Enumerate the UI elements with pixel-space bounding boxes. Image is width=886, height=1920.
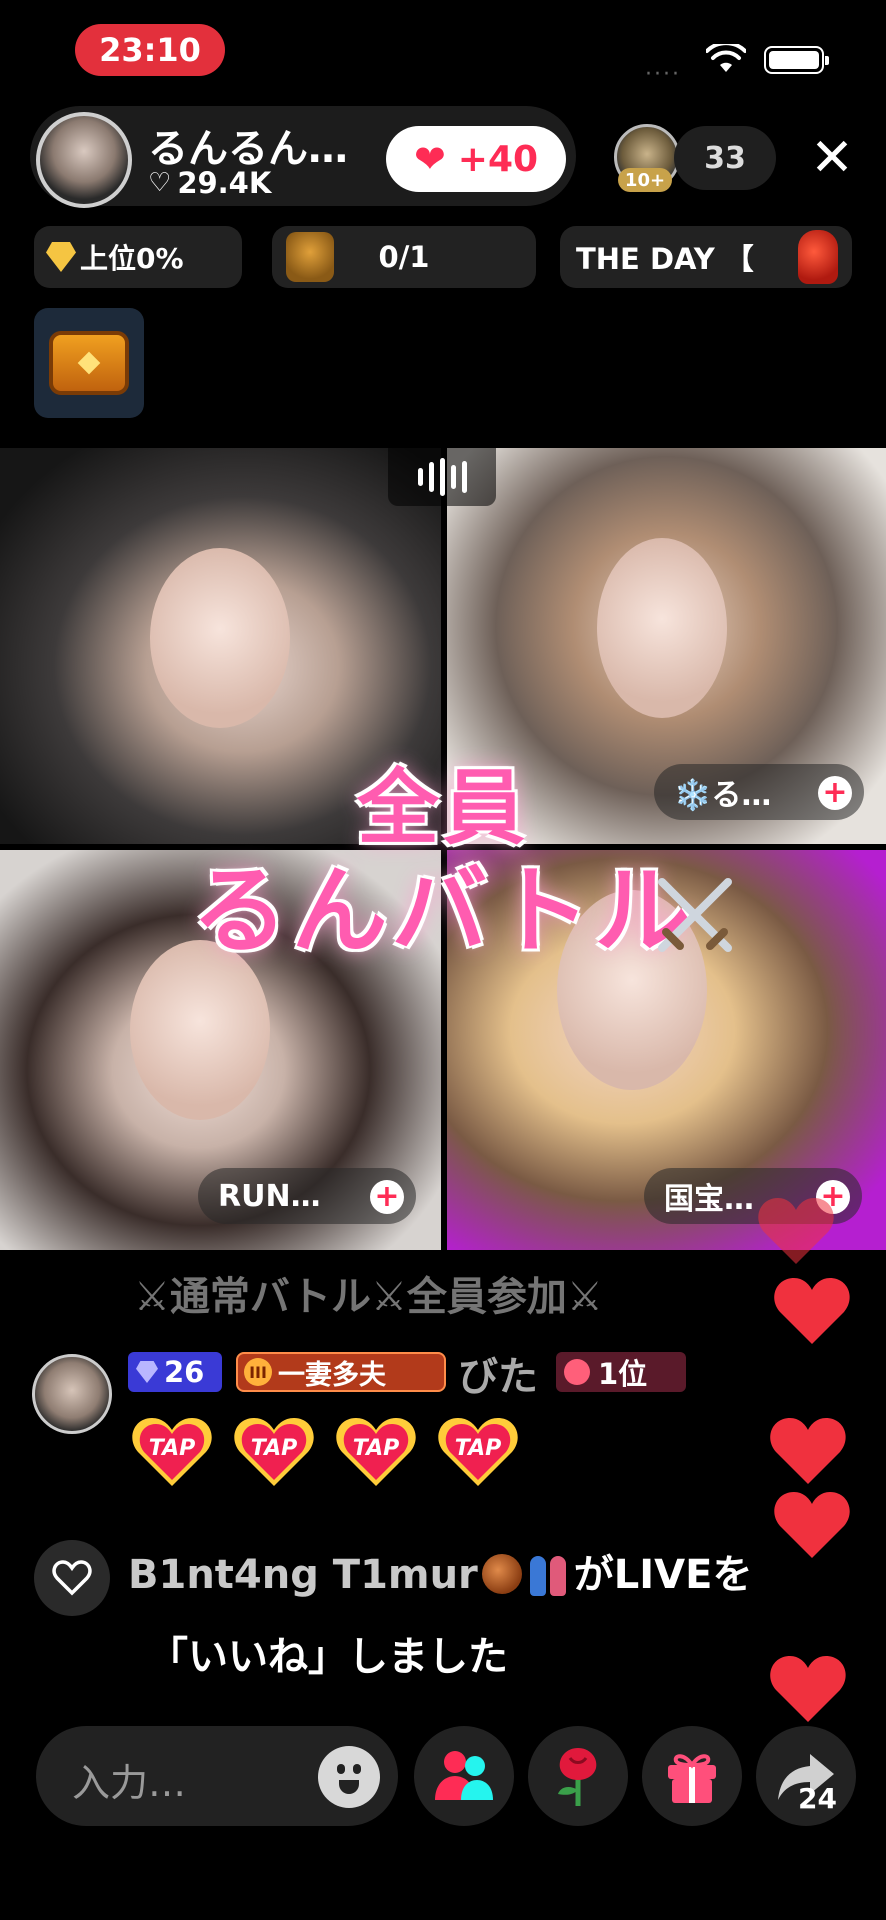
couple-icon xyxy=(526,1552,570,1596)
like-notice-suffix: がLIVEを xyxy=(573,1552,753,1598)
like-button-label: +40 xyxy=(457,138,539,180)
rose-icon xyxy=(558,1748,597,1806)
host-avatar[interactable] xyxy=(36,112,132,208)
rank-label: 1位 xyxy=(598,1357,648,1391)
guest-name: 国宝… xyxy=(664,1182,754,1217)
guest-face xyxy=(130,940,270,1120)
treasure-chest-button[interactable] xyxy=(34,308,144,418)
diamond-icon xyxy=(46,242,76,272)
ranking-label: 上位0% xyxy=(80,242,184,275)
fan-club-name: 一妻多夫 xyxy=(278,1359,386,1391)
battle-overlay-title: 全員 るんバトル xyxy=(0,761,886,968)
gifter-level-badge: 26 xyxy=(128,1352,222,1392)
tap-label: TAP xyxy=(250,1436,298,1461)
overlay-line-2: るんバトル xyxy=(191,855,695,968)
diamond-icon xyxy=(136,1361,158,1383)
floating-heart-icon xyxy=(770,1418,846,1484)
tap-sticker-row: TAP TAP TAP TAP xyxy=(132,1416,518,1488)
chat-faded-message: ⚔通常バトル⚔全員参加⚔ xyxy=(134,1274,603,1320)
boxing-glove-icon xyxy=(798,230,838,284)
signal-dots: ···· xyxy=(645,62,681,87)
audio-level-icon xyxy=(388,448,496,506)
fan-club-badge: III 一妻多夫 xyxy=(236,1352,446,1392)
heart-outline-icon xyxy=(52,1560,92,1596)
battery-icon xyxy=(764,46,829,74)
treasure-chest-icon xyxy=(49,331,129,395)
medal-icon xyxy=(564,1359,590,1385)
guest-tag-3[interactable]: RUN… + xyxy=(198,1168,416,1224)
tap-heart-sticker: TAP xyxy=(132,1416,212,1488)
like-notice-line-1: B1nt4ng T1mur がLIVEを xyxy=(128,1542,752,1600)
event-chip[interactable]: THE DAY 【 xyxy=(560,226,852,288)
event-label: THE DAY 【 xyxy=(576,242,754,276)
tap-heart-sticker: TAP xyxy=(438,1416,518,1488)
host-like-count: ♡ 29.4K xyxy=(148,166,271,200)
follow-plus-icon[interactable]: + xyxy=(370,1180,404,1214)
close-icon: ✕ xyxy=(810,128,854,188)
viewer-count[interactable]: 33 xyxy=(674,126,776,190)
like-notice-user[interactable]: B1nt4ng T1mur xyxy=(128,1552,478,1598)
floating-heart-icon xyxy=(770,1656,846,1722)
guests-icon xyxy=(435,1751,493,1800)
tap-label: TAP xyxy=(454,1436,502,1461)
like-button[interactable]: ❤ +40 xyxy=(386,126,566,192)
guest-face xyxy=(150,548,290,728)
overlay-line-1: 全員 xyxy=(356,761,529,856)
rank-badge: 1位 xyxy=(556,1352,686,1392)
ranking-chip[interactable]: 上位0% xyxy=(34,226,242,288)
viewer-badge: 10+ xyxy=(618,168,672,192)
emoji-button[interactable] xyxy=(318,1746,380,1808)
chat-user-avatar[interactable] xyxy=(32,1354,112,1434)
status-time: 23:10 xyxy=(75,24,225,76)
host-likes-value: 29.4K xyxy=(177,166,272,200)
rose-gift-button[interactable] xyxy=(528,1726,628,1826)
like-notice-icon xyxy=(34,1540,110,1616)
tap-heart-sticker: TAP xyxy=(234,1416,314,1488)
fan-level-icon: III xyxy=(244,1358,272,1386)
tap-label: TAP xyxy=(148,1436,196,1461)
gift-button[interactable] xyxy=(642,1726,742,1826)
like-notice-line-2: 「いいね」しました xyxy=(148,1634,508,1680)
goal-progress: 0/1 xyxy=(378,240,430,274)
multi-guest-button[interactable] xyxy=(414,1726,514,1826)
goal-chip[interactable]: 0/1 xyxy=(272,226,536,288)
share-count: 24 xyxy=(798,1782,837,1815)
close-button[interactable]: ✕ xyxy=(804,128,860,188)
yarn-ball-icon xyxy=(481,1554,522,1594)
comment-placeholder[interactable]: 入力… xyxy=(72,1752,186,1807)
tap-label: TAP xyxy=(352,1436,400,1461)
guest-name: RUN… xyxy=(218,1178,321,1214)
crossed-swords-icon xyxy=(658,878,732,952)
tap-heart-sticker: TAP xyxy=(336,1416,416,1488)
wifi-icon xyxy=(706,44,746,72)
gift-icon xyxy=(668,1754,716,1803)
guest-face xyxy=(597,538,727,718)
heart-outline-icon: ♡ xyxy=(148,168,172,198)
gifter-level: 26 xyxy=(164,1355,205,1389)
floating-heart-icon xyxy=(774,1492,850,1558)
floating-heart-icon xyxy=(774,1278,850,1344)
chat-username[interactable]: びた xyxy=(458,1344,538,1402)
heart-icon: ❤ xyxy=(413,137,446,181)
